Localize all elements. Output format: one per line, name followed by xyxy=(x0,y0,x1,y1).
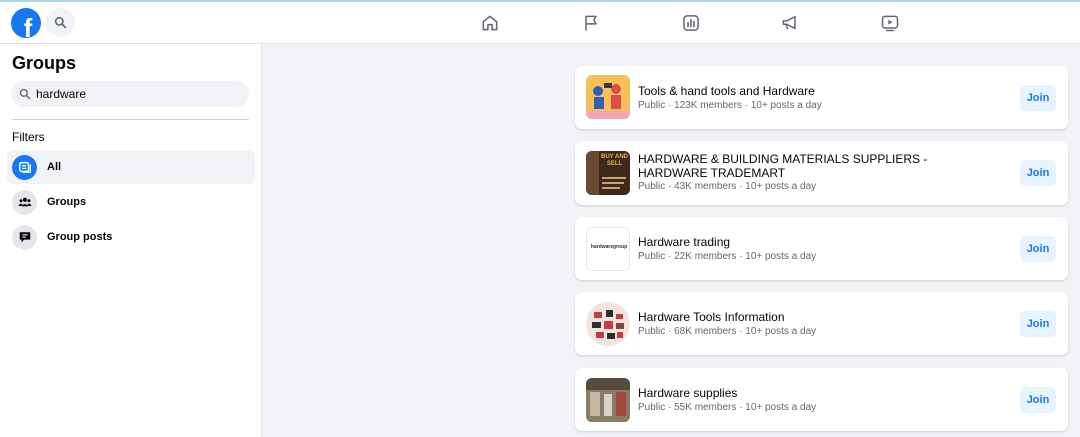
group-result-card[interactable]: Hardware Tools Information Public · 68K … xyxy=(575,292,1068,355)
group-result-card[interactable]: hardwaregroup Hardware trading Public · … xyxy=(575,217,1068,280)
groups-sidebar: Groups Filters All Groups Group posts xyxy=(0,44,262,437)
group-title[interactable]: HARDWARE & BUILDING MATERIALS SUPPLIERS … xyxy=(638,152,998,180)
filters-heading: Filters xyxy=(12,130,45,144)
post-bubble-icon xyxy=(12,224,37,250)
filter-item-label: All xyxy=(47,161,62,173)
group-thumbnail xyxy=(586,302,630,346)
search-icon xyxy=(19,88,31,100)
join-button[interactable]: Join xyxy=(1020,236,1056,262)
divider xyxy=(12,119,249,120)
top-navigation-bar: f xyxy=(0,0,1080,44)
join-button[interactable]: Join xyxy=(1020,387,1056,413)
group-title[interactable]: Hardware trading xyxy=(638,235,998,249)
filter-item-all[interactable]: All xyxy=(7,150,255,184)
search-button[interactable] xyxy=(46,8,75,37)
megaphone-icon[interactable] xyxy=(779,12,801,34)
filter-item-label: Groups xyxy=(47,196,87,208)
home-icon[interactable] xyxy=(479,12,501,34)
group-meta: Public · 55K members · 10+ posts a day xyxy=(638,402,817,413)
group-result-card[interactable]: Tools & hand tools and Hardware Public ·… xyxy=(575,66,1068,129)
group-title[interactable]: Hardware Tools Information xyxy=(638,310,998,324)
search-input[interactable] xyxy=(36,87,236,101)
groups-search-box[interactable] xyxy=(11,81,249,107)
filter-item-group-posts[interactable]: Group posts xyxy=(7,220,255,254)
feed-icon xyxy=(12,154,37,180)
group-meta: Public · 43K members · 10+ posts a day xyxy=(638,181,817,192)
group-title[interactable]: Hardware supplies xyxy=(638,386,998,400)
filter-item-label: Group posts xyxy=(47,231,113,243)
join-button[interactable]: Join xyxy=(1020,85,1056,111)
group-thumbnail xyxy=(586,75,630,119)
search-icon xyxy=(54,16,67,29)
group-thumbnail: hardwaregroup xyxy=(586,227,630,271)
people-icon xyxy=(12,189,37,215)
join-button[interactable]: Join xyxy=(1020,311,1056,337)
group-meta: Public · 22K members · 10+ posts a day xyxy=(638,251,817,262)
thumbnail-text: BUY AND SELL xyxy=(601,154,629,167)
group-thumbnail xyxy=(586,378,630,422)
video-play-icon[interactable] xyxy=(879,12,901,34)
filter-item-groups[interactable]: Groups xyxy=(7,185,255,219)
group-result-card[interactable]: Hardware supplies Public · 55K members ·… xyxy=(575,368,1068,431)
page-title: Groups xyxy=(12,53,77,73)
group-result-card[interactable]: BUY AND SELL HARDWARE & BUILDING MATERIA… xyxy=(575,141,1068,205)
group-meta: Public · 68K members · 10+ posts a day xyxy=(638,326,817,337)
group-thumbnail: BUY AND SELL xyxy=(586,151,630,195)
group-title[interactable]: Tools & hand tools and Hardware xyxy=(638,84,998,98)
logo-letter: f xyxy=(23,13,33,38)
facebook-logo[interactable]: f xyxy=(11,8,41,38)
insights-chart-icon[interactable] xyxy=(680,12,702,34)
pages-flag-icon[interactable] xyxy=(580,12,602,34)
join-button[interactable]: Join xyxy=(1020,160,1056,186)
thumbnail-text: hardwaregroup xyxy=(590,244,628,250)
group-meta: Public · 123K members · 10+ posts a day xyxy=(638,100,822,111)
